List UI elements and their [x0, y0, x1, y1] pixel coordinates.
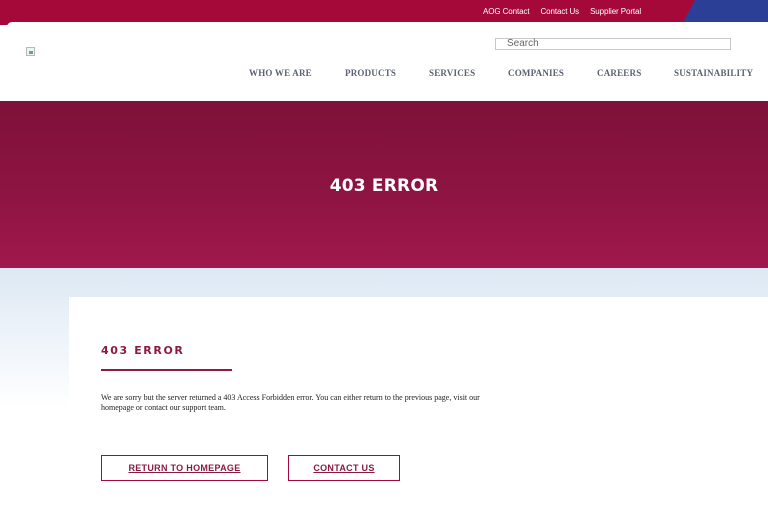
utility-bar: AOG Contact Contact Us Supplier Portal [0, 0, 768, 25]
hero-title: 403 ERROR [329, 176, 439, 196]
nav-products[interactable]: PRODUCTS [345, 68, 396, 78]
error-message: We are sorry but the server returned a 4… [101, 393, 480, 412]
hero-banner: 403 ERROR [0, 101, 768, 268]
return-to-homepage-button[interactable]: RETURN TO HOMEPAGE [101, 455, 268, 481]
search-input[interactable]: Search [495, 38, 731, 50]
nav-who-we-are[interactable]: WHO WE ARE [249, 68, 312, 78]
main-nav: WHO WE ARE PRODUCTS SERVICES COMPANIES C… [0, 68, 768, 80]
nav-careers[interactable]: CAREERS [597, 68, 641, 78]
nav-services[interactable]: SERVICES [429, 68, 475, 78]
aog-contact-link[interactable]: AOG Contact [483, 7, 530, 16]
nav-companies[interactable]: COMPANIES [508, 68, 564, 78]
heading-underline [101, 369, 232, 371]
supplier-portal-link[interactable]: Supplier Portal [590, 7, 641, 16]
nav-sustainability[interactable]: SUSTAINABILITY [674, 68, 753, 78]
error-heading: 403 ERROR [101, 344, 185, 357]
contact-us-button[interactable]: CONTACT US [288, 455, 400, 481]
header-edge [7, 22, 768, 25]
error-card: 403 ERROR We are sorry but the server re… [69, 297, 768, 512]
utility-links: AOG Contact Contact Us Supplier Portal [483, 7, 641, 16]
logo-image-icon[interactable] [26, 47, 35, 56]
contact-us-link[interactable]: Contact Us [540, 7, 579, 16]
